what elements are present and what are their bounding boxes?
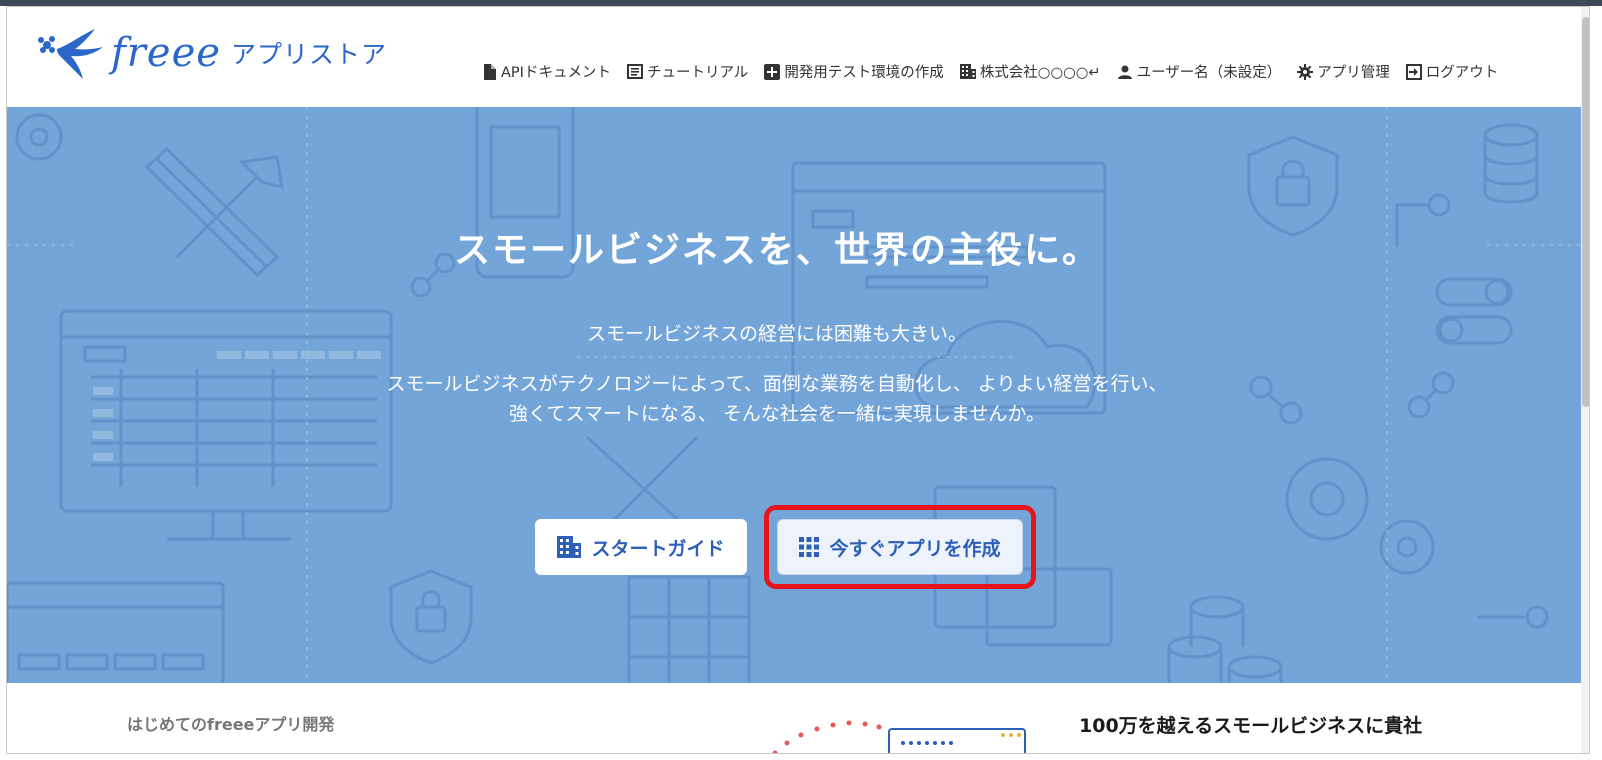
nav-label: APIドキュメント (501, 65, 611, 81)
nav-api-docs[interactable]: APIドキュメント (481, 61, 611, 82)
document-icon (481, 63, 497, 80)
nav-app-management[interactable]: アプリ管理 (1297, 61, 1390, 82)
logout-icon (1405, 63, 1422, 80)
hero-title: スモールビジネスを、世界の主役に。 (453, 230, 1100, 271)
nav-company[interactable]: 株式会社○○○○↵ (959, 61, 1101, 82)
nav-label: ログアウト (1425, 65, 1499, 81)
plus-square-icon (764, 63, 781, 80)
app-store-label: アプリストア (230, 40, 387, 69)
header-nav: APIドキュメント チュートリアル 開発用テスト環境の作成 株式会社○○○○↵ (481, 61, 1498, 82)
nav-label: 開発用テスト環境の作成 (784, 65, 944, 81)
nav-label: 株式会社○○○○↵ (979, 65, 1101, 81)
hero-subtitle-line-3: 強くてスマートになる、 そんな社会を一緒に実現しませんか。 (509, 403, 1045, 425)
scrollbar-thumb[interactable] (1582, 17, 1589, 407)
nav-user[interactable]: ユーザー名（未設定） (1117, 61, 1282, 82)
building-icon (959, 64, 976, 80)
user-icon (1117, 64, 1133, 80)
nav-logout[interactable]: ログアウト (1405, 61, 1499, 82)
nav-create-test-env[interactable]: 開発用テスト環境の作成 (764, 61, 944, 82)
intro-section: はじめてのfreeeアプリ開発 100万を越えるスモールビジネスに貴社 (7, 683, 1581, 753)
nav-label: チュートリアル (646, 65, 749, 81)
nav-label: ユーザー名（未設定） (1136, 65, 1282, 81)
highlight-box (764, 505, 1036, 589)
book-icon (626, 64, 643, 80)
intro-right-heading: 100万を越えるスモールビジネスに貴社 (1079, 715, 1423, 737)
bird-logo-icon (38, 29, 103, 79)
nav-label: アプリ管理 (1317, 65, 1390, 81)
nav-tutorial[interactable]: チュートリアル (626, 61, 749, 82)
hero-banner: スモールビジネスを、世界の主役に。 スモールビジネスの経営には困難も大きい。 ス… (7, 107, 1581, 683)
illustration-icon (772, 720, 1026, 753)
freee-wordmark: freee (111, 30, 221, 76)
site-header: freee アプリストア APIドキュメント チュートリアル 開発用テスト環境の… (7, 7, 1589, 107)
browser-viewport: freee アプリストア APIドキュメント チュートリアル 開発用テスト環境の… (6, 6, 1590, 754)
freee-app-store-logo[interactable]: freee アプリストア (35, 21, 387, 85)
start-guide-label: スタートガイド (591, 537, 725, 560)
building-icon (557, 536, 582, 558)
gear-icon (1297, 63, 1314, 80)
intro-left-heading: はじめてのfreeeアプリ開発 (127, 715, 335, 734)
start-guide-button[interactable]: スタートガイド (535, 519, 747, 575)
hero-subtitle-line-2: スモールビジネスがテクノロジーによって、面倒な業務を自動化し、 よりよい経営を行… (386, 373, 1168, 395)
hero-subtitle-line-1: スモールビジネスの経営には困難も大きい。 (586, 323, 967, 345)
